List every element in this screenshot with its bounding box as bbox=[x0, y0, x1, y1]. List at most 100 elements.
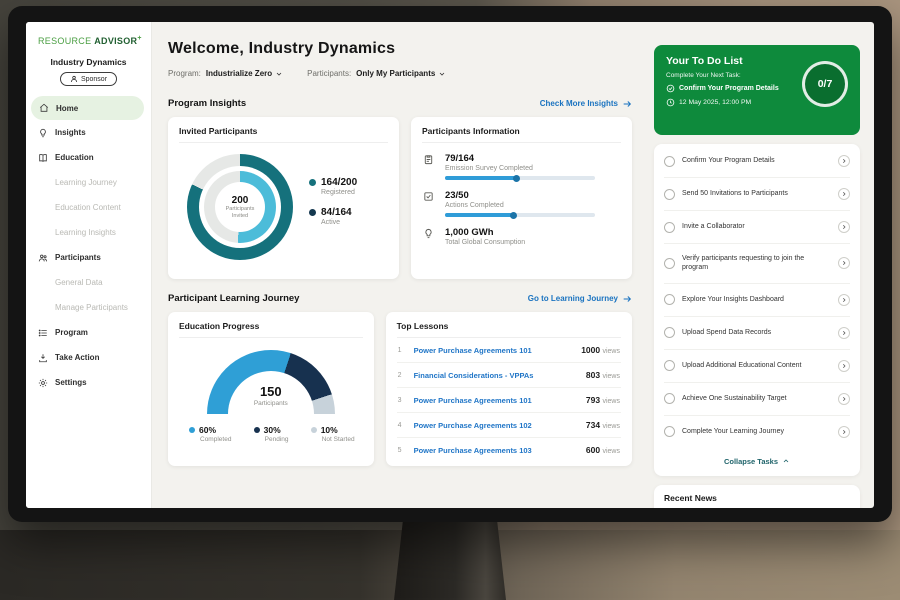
task-label: Send 50 Invitations to Participants bbox=[682, 189, 831, 198]
sidebar-item-participants[interactable]: Participants bbox=[26, 245, 151, 270]
lesson-title-link[interactable]: Power Purchase Agreements 101 bbox=[414, 396, 578, 405]
sidebar-item-insights[interactable]: Insights bbox=[26, 120, 151, 145]
task-row[interactable]: Invite a Collaborator bbox=[664, 211, 850, 244]
task-checkbox[interactable] bbox=[664, 327, 675, 338]
chevron-right-icon[interactable] bbox=[838, 393, 850, 405]
lesson-rank: 2 bbox=[398, 372, 406, 379]
donut-center: 200 Participants Invited bbox=[215, 182, 265, 232]
legend-label: Active bbox=[321, 219, 357, 226]
list-item[interactable]: 1 Power Purchase Agreements 101 1000 vie… bbox=[397, 338, 621, 363]
participants-filter[interactable]: Participants: Only My Participants bbox=[307, 69, 446, 78]
sidebar-item-learning-journey[interactable]: Learning Journey bbox=[26, 170, 151, 195]
gauge-legend: 60% Completed 30% Pending 10% Not Starte… bbox=[179, 414, 363, 443]
chevron-right-icon[interactable] bbox=[838, 360, 850, 372]
task-label: Explore Your Insights Dashboard bbox=[682, 295, 831, 304]
sidebar-item-education[interactable]: Education bbox=[26, 145, 151, 170]
legend-item-registered: 164/200 Registered bbox=[309, 177, 357, 196]
task-checkbox[interactable] bbox=[664, 360, 675, 371]
list-item[interactable]: 5 Power Purchase Agreements 103 600 view… bbox=[397, 438, 621, 462]
task-row[interactable]: Upload Additional Educational Content bbox=[664, 350, 850, 383]
lesson-title-link[interactable]: Power Purchase Agreements 102 bbox=[414, 421, 578, 430]
metric-row: 1,000 GWh Total Global Consumption bbox=[422, 227, 621, 246]
sidebar-item-education-content[interactable]: Education Content bbox=[26, 195, 151, 220]
sidebar-item-program[interactable]: Program bbox=[26, 320, 151, 345]
lesson-title-link[interactable]: Power Purchase Agreements 103 bbox=[414, 446, 578, 455]
actions-icon bbox=[422, 191, 436, 202]
monitor-stand bbox=[394, 520, 506, 600]
donut-legend: 164/200 Registered 84/164 Active bbox=[309, 177, 357, 237]
task-checkbox[interactable] bbox=[664, 258, 675, 269]
task-row[interactable]: Send 50 Invitations to Participants bbox=[664, 178, 850, 211]
legend-dot bbox=[254, 427, 260, 433]
donut-center-label: Participants Invited bbox=[219, 206, 261, 220]
task-row[interactable]: Explore Your Insights Dashboard bbox=[664, 284, 850, 317]
legend-label: Completed bbox=[200, 436, 231, 443]
gauge-center-value: 150 bbox=[228, 384, 314, 399]
lesson-title-link[interactable]: Power Purchase Agreements 101 bbox=[414, 346, 574, 355]
task-label: Complete Your Learning Journey bbox=[682, 427, 831, 436]
legend-item-active: 84/164 Active bbox=[309, 207, 357, 226]
chevron-right-icon[interactable] bbox=[838, 294, 850, 306]
lesson-title-link[interactable]: Financial Considerations - VPPAs bbox=[414, 371, 578, 380]
sidebar-item-label: General Data bbox=[55, 278, 103, 287]
list-item[interactable]: 4 Power Purchase Agreements 102 734 view… bbox=[397, 413, 621, 438]
sidebar-item-take-action[interactable]: Take Action bbox=[26, 345, 151, 370]
sidebar-item-manage-participants[interactable]: Manage Participants bbox=[26, 295, 151, 320]
participants-filter-value: Only My Participants bbox=[356, 69, 435, 78]
task-checkbox[interactable] bbox=[664, 189, 675, 200]
donut-center-value: 200 bbox=[232, 195, 249, 206]
chevron-right-icon[interactable] bbox=[838, 257, 850, 269]
sidebar-item-learning-insights[interactable]: Learning Insights bbox=[26, 220, 151, 245]
arrow-right-icon bbox=[622, 99, 632, 109]
task-checkbox[interactable] bbox=[664, 222, 675, 233]
lesson-views-unit: views bbox=[602, 423, 620, 430]
check-more-insights-link[interactable]: Check More Insights bbox=[540, 99, 632, 109]
metric-label: Total Global Consumption bbox=[445, 239, 525, 246]
section-title-program-insights: Program Insights bbox=[168, 98, 246, 109]
todo-progress-ring: 0/7 bbox=[802, 61, 848, 107]
sponsor-badge[interactable]: Sponsor bbox=[60, 72, 117, 86]
sidebar-item-label: Settings bbox=[55, 378, 87, 387]
list-item[interactable]: 2 Financial Considerations - VPPAs 803 v… bbox=[397, 363, 621, 388]
lesson-rank: 3 bbox=[398, 397, 406, 404]
task-row[interactable]: Confirm Your Program Details bbox=[664, 145, 850, 178]
legend-label: Pending bbox=[265, 436, 289, 443]
task-checkbox[interactable] bbox=[664, 156, 675, 167]
collapse-tasks-button[interactable]: Collapse Tasks bbox=[664, 448, 850, 475]
legend-item-not-started: 10% Not Started bbox=[311, 425, 355, 443]
chevron-right-icon[interactable] bbox=[838, 426, 850, 438]
card-title: Top Lessons bbox=[397, 321, 621, 338]
task-checkbox[interactable] bbox=[664, 393, 675, 404]
task-row[interactable]: Achieve One Sustainability Target bbox=[664, 383, 850, 416]
lesson-views-unit: views bbox=[602, 448, 620, 455]
sidebar-item-home[interactable]: Home bbox=[31, 96, 144, 120]
todo-summary-card: Your To Do List Complete Your Next Task:… bbox=[654, 45, 860, 135]
sidebar-item-label: Take Action bbox=[55, 353, 99, 362]
chevron-right-icon[interactable] bbox=[838, 188, 850, 200]
task-row[interactable]: Upload Spend Data Records bbox=[664, 317, 850, 350]
task-row[interactable]: Verify participants requesting to join t… bbox=[664, 244, 850, 284]
legend-value: 84/164 bbox=[321, 207, 352, 218]
sidebar-item-label: Participants bbox=[55, 253, 101, 262]
task-row[interactable]: Complete Your Learning Journey bbox=[664, 416, 850, 448]
brand-plus: + bbox=[137, 35, 141, 42]
recent-news-title: Recent News bbox=[664, 493, 717, 503]
book-icon bbox=[38, 153, 48, 163]
list-item[interactable]: 3 Power Purchase Agreements 101 793 view… bbox=[397, 388, 621, 413]
sidebar-item-settings[interactable]: Settings bbox=[26, 370, 151, 395]
program-filter-value: Industrialize Zero bbox=[206, 69, 272, 78]
lesson-views-unit: views bbox=[602, 398, 620, 405]
org-name: Industry Dynamics bbox=[26, 57, 151, 67]
task-checkbox[interactable] bbox=[664, 294, 675, 305]
card-title: Participants Information bbox=[422, 126, 621, 143]
sidebar-item-general-data[interactable]: General Data bbox=[26, 270, 151, 295]
person-icon bbox=[70, 75, 78, 83]
chevron-right-icon[interactable] bbox=[838, 155, 850, 167]
go-to-learning-journey-link[interactable]: Go to Learning Journey bbox=[528, 294, 632, 304]
chevron-right-icon[interactable] bbox=[838, 221, 850, 233]
task-checkbox[interactable] bbox=[664, 426, 675, 437]
metric-row: 79/164 Emission Survey Completed bbox=[422, 153, 621, 180]
program-filter[interactable]: Program: Industrialize Zero bbox=[168, 69, 283, 78]
chevron-right-icon[interactable] bbox=[838, 327, 850, 339]
sidebar: RESOURCE ADVISOR+ Industry Dynamics Spon… bbox=[26, 22, 152, 508]
